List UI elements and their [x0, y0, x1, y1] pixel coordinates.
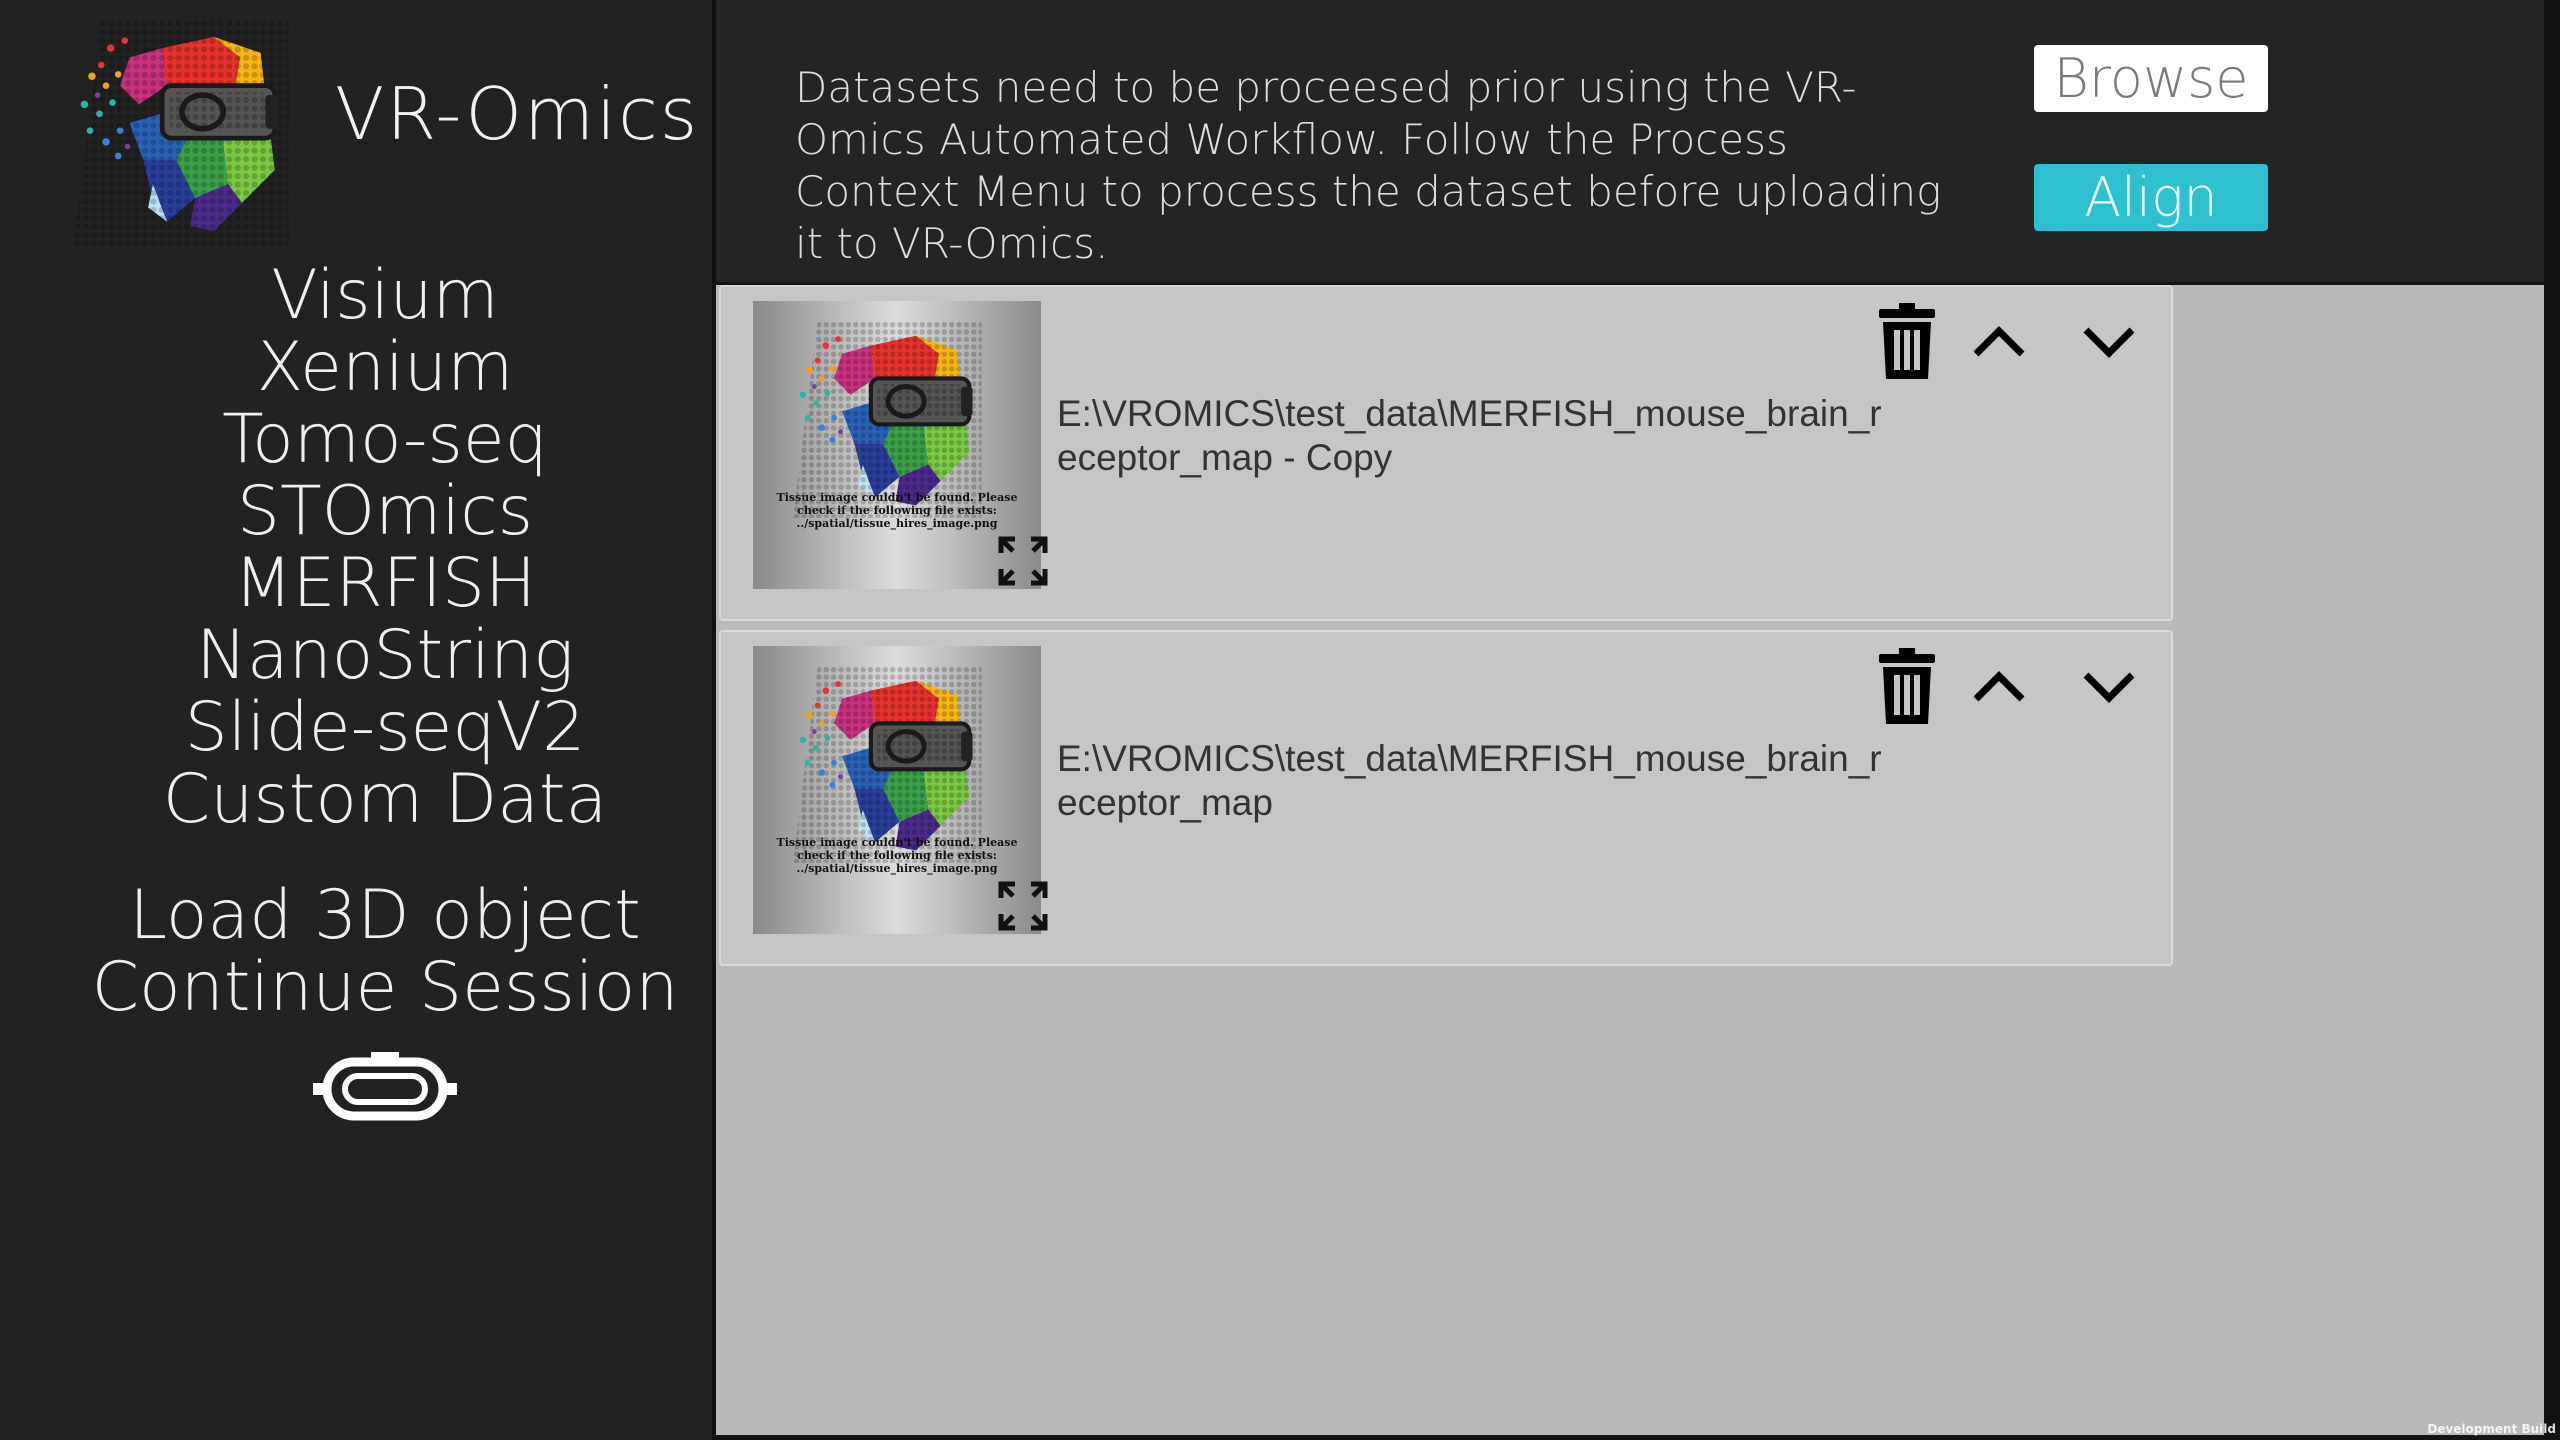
- chevron-up-icon[interactable]: [1971, 670, 2027, 704]
- dataset-thumbnail[interactable]: Tissue image couldn't be found. Please c…: [753, 301, 1048, 589]
- menu-item-merfish[interactable]: MERFISH: [0, 548, 770, 620]
- continue-session-button[interactable]: Continue Session: [0, 952, 770, 1024]
- menu-item-custom-data[interactable]: Custom Data: [0, 764, 770, 836]
- align-button[interactable]: Align: [2034, 164, 2268, 231]
- chevron-up-icon[interactable]: [1971, 325, 2027, 359]
- dataset-path: E:\VROMICS\test_data\MERFISH_mouse_brain…: [1057, 738, 1882, 823]
- menu-item-slide-seqv2[interactable]: Slide-seqV2: [0, 692, 770, 764]
- menu-item-nanostring[interactable]: NanoString: [0, 620, 770, 692]
- vr-headset-icon[interactable]: [313, 1052, 457, 1124]
- workflow-info-text: Datasets need to be proceesed prior usin…: [795, 63, 1942, 268]
- sidebar: VR-Omics Visium Xenium Tomo-seq STOmics …: [0, 0, 715, 1440]
- app-title: VR-Omics: [335, 72, 700, 156]
- vr-omics-logo: [66, 20, 296, 245]
- menu-item-visium[interactable]: Visium: [0, 260, 770, 332]
- development-build-label: Development Build: [2427, 1422, 2556, 1436]
- menu-item-xenium[interactable]: Xenium: [0, 332, 770, 404]
- dataset-path: E:\VROMICS\test_data\MERFISH_mouse_brain…: [1057, 393, 1882, 478]
- expand-icon[interactable]: [995, 533, 1051, 589]
- load-3d-object-button[interactable]: Load 3D object: [0, 880, 770, 952]
- dataset-thumbnail[interactable]: Tissue image couldn't be found. Please c…: [753, 646, 1048, 934]
- header: Datasets need to be proceesed prior usin…: [716, 0, 2544, 282]
- expand-icon[interactable]: [995, 878, 1051, 934]
- menu-item-stomics[interactable]: STOmics: [0, 476, 770, 548]
- dataset-card: Tissue image couldn't be found. Please c…: [719, 630, 2173, 966]
- chevron-down-icon[interactable]: [2081, 670, 2137, 704]
- thumbnail-message: Tissue image couldn't be found. Please c…: [776, 836, 1018, 875]
- dataset-type-menu: Visium Xenium Tomo-seq STOmics MERFISH N…: [0, 260, 770, 836]
- session-menu: Load 3D object Continue Session: [0, 880, 770, 1024]
- trash-icon[interactable]: [1877, 303, 1937, 379]
- dataset-list: Tissue image couldn't be found. Please c…: [716, 285, 2544, 1435]
- browse-button[interactable]: Browse: [2034, 45, 2268, 112]
- chevron-down-icon[interactable]: [2081, 325, 2137, 359]
- thumbnail-message: Tissue image couldn't be found. Please c…: [776, 491, 1018, 530]
- dataset-card: Tissue image couldn't be found. Please c…: [719, 285, 2173, 621]
- trash-icon[interactable]: [1877, 648, 1937, 724]
- menu-item-tomo-seq[interactable]: Tomo-seq: [0, 404, 770, 476]
